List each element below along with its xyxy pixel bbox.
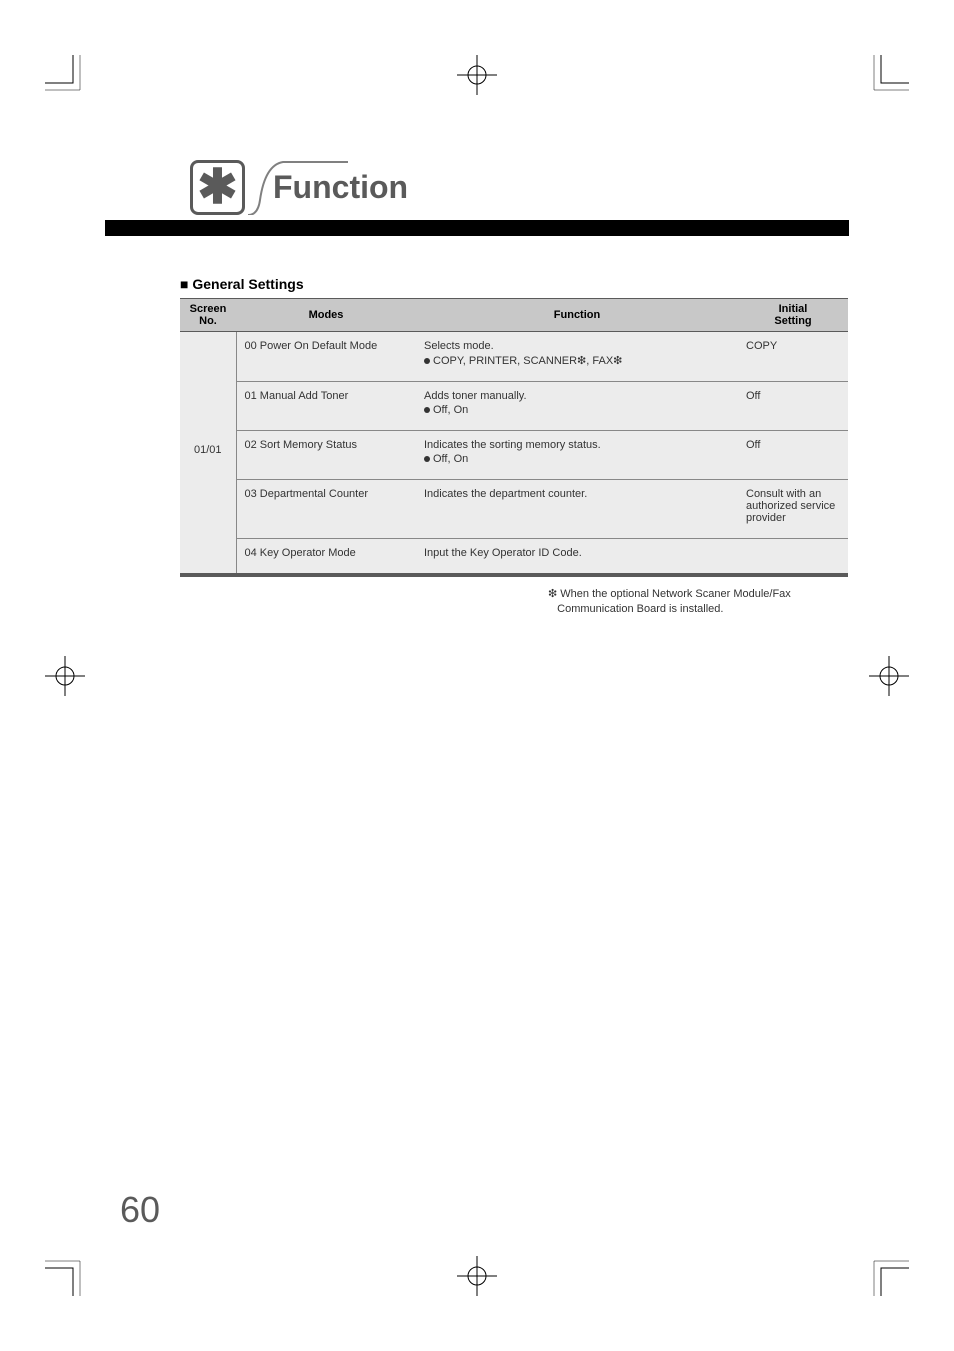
- table-row: 01/01 00 Power On Default Mode Selects m…: [180, 332, 848, 382]
- page-number: 60: [120, 1189, 160, 1231]
- setting-cell: COPY: [738, 332, 848, 382]
- page-header: ✱ Function: [105, 160, 849, 215]
- table-header-row: ScreenNo. Modes Function InitialSetting: [180, 299, 848, 332]
- function-cell: Input the Key Operator ID Code.: [416, 539, 738, 576]
- section-icon-box: ✱: [190, 160, 245, 215]
- setting-cell: Consult with an authorized service provi…: [738, 480, 848, 539]
- asterisk-icon: ✱: [197, 164, 237, 212]
- table-row: 02 Sort Memory Status Indicates the sort…: [180, 431, 848, 480]
- header-divider-bar: [105, 220, 849, 236]
- table-row: 03 Departmental Counter Indicates the de…: [180, 480, 848, 539]
- mode-cell: 04 Key Operator Mode: [236, 539, 416, 576]
- setting-cell: Off: [738, 382, 848, 431]
- registration-mark-icon: [45, 656, 85, 696]
- table-row: 01 Manual Add Toner Adds toner manually.…: [180, 382, 848, 431]
- registration-mark-icon: [869, 656, 909, 696]
- settings-table: ScreenNo. Modes Function InitialSetting …: [180, 298, 848, 577]
- mode-cell: 02 Sort Memory Status: [236, 431, 416, 480]
- mode-cell: 00 Power On Default Mode: [236, 332, 416, 382]
- col-header-function: Function: [416, 299, 738, 332]
- registration-mark-icon: [457, 55, 497, 95]
- footnote-mark-icon: ❇: [548, 588, 557, 600]
- mode-cell: 03 Departmental Counter: [236, 480, 416, 539]
- settings-table-container: ScreenNo. Modes Function InitialSetting …: [180, 298, 848, 577]
- section-heading-general-settings: ■ General Settings: [180, 276, 849, 292]
- footnote: ❇ When the optional Network Scaner Modul…: [180, 587, 848, 618]
- table-row: 04 Key Operator Mode Input the Key Opera…: [180, 539, 848, 576]
- crop-mark-icon: [869, 55, 909, 95]
- function-cell: Selects mode. COPY, PRINTER, SCANNER❇, F…: [416, 332, 738, 382]
- crop-mark-icon: [869, 1256, 909, 1296]
- mode-cell: 01 Manual Add Toner: [236, 382, 416, 431]
- setting-cell: [738, 539, 848, 576]
- bullet-icon: [424, 358, 430, 364]
- title-tab: Function: [253, 160, 408, 215]
- function-cell: Adds toner manually. Off, On: [416, 382, 738, 431]
- col-header-screen-no: ScreenNo.: [180, 299, 236, 332]
- registration-mark-icon: [457, 1256, 497, 1296]
- function-cell: Indicates the sorting memory status. Off…: [416, 431, 738, 480]
- screen-no-cell: 01/01: [180, 332, 236, 576]
- setting-cell: Off: [738, 431, 848, 480]
- crop-mark-icon: [45, 1256, 85, 1296]
- col-header-initial-setting: InitialSetting: [738, 299, 848, 332]
- footnote-text-line1: When the optional Network Scaner Module/…: [560, 588, 791, 600]
- col-header-modes: Modes: [236, 299, 416, 332]
- crop-mark-icon: [45, 55, 85, 95]
- footnote-text-line2: Communication Board is installed.: [557, 603, 723, 615]
- bullet-icon: [424, 456, 430, 462]
- function-cell: Indicates the department counter.: [416, 480, 738, 539]
- page-title: Function: [273, 169, 408, 206]
- bullet-icon: [424, 407, 430, 413]
